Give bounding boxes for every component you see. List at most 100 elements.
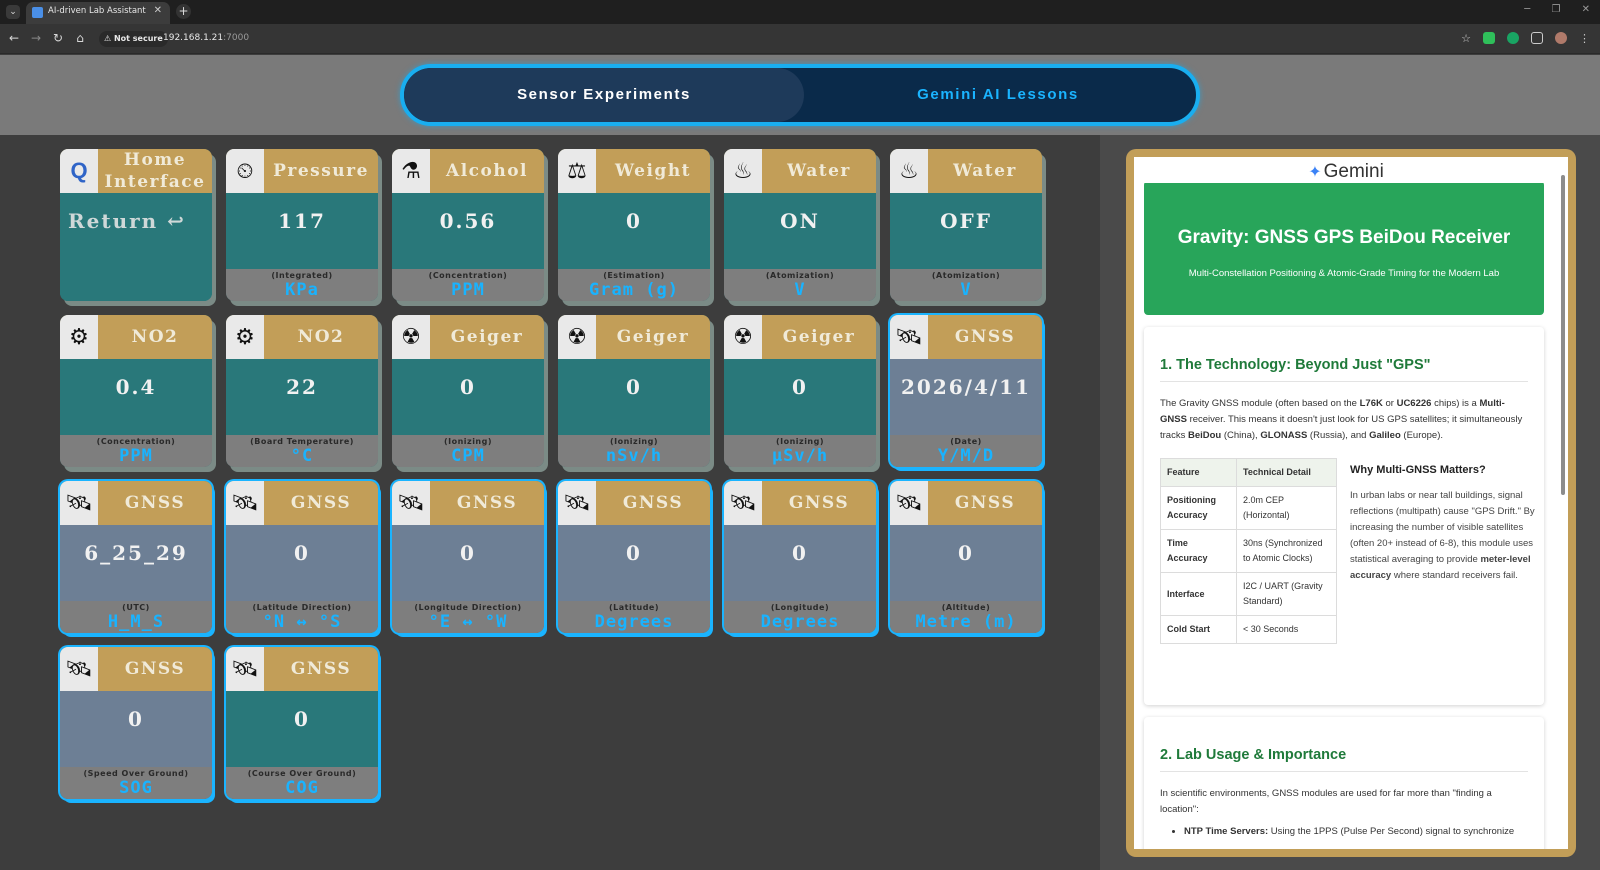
card-body: 0 [558,193,710,269]
new-tab-button[interactable]: + [176,4,191,19]
no2-gear-icon: ⚙ [226,315,264,359]
scrollbar-thumb[interactable] [1561,175,1565,495]
spec-block: Feature Technical Detail Positioning Acc… [1160,458,1535,678]
restore-icon[interactable]: ❐ [1551,4,1560,15]
card-body: 0.56 [392,193,544,269]
card-subtitle: (Board Temperature) [250,437,354,446]
card-body: 0 [392,525,544,601]
sensor-card[interactable]: ♨ Water OFF (Atomization) V [890,149,1042,301]
address-bar[interactable]: 192.168.1.21:7000 [163,33,249,43]
close-tab-icon[interactable]: ✕ [154,5,162,16]
sensor-card[interactable]: 🛰 GNSS 0 (Longitude) Degrees [724,481,876,633]
card-unit: CPM [451,446,485,466]
reload-icon[interactable]: ↻ [50,31,66,45]
card-title: GNSS [290,659,352,679]
card-footer: (Latitude) Degrees [558,601,710,633]
app-header: Sensor Experiments Gemini AI Lessons [0,55,1600,135]
more-menu-icon[interactable]: ⋮ [1579,32,1590,45]
card-subtitle: (Course Over Ground) [247,769,357,778]
card-value: 0.56 [439,209,497,233]
card-header: ♨ Water [724,149,876,193]
card-footer: (Course Over Ground) COG [226,767,378,799]
tab-gemini-ai-lessons[interactable]: Gemini AI Lessons [800,68,1196,122]
sensor-card[interactable]: 🛰 GNSS 6_25_29 (UTC) H_M_S [60,481,212,633]
water-vapor-icon: ♨ [724,149,762,193]
sensor-card[interactable]: ⚙ NO2 22 (Board Temperature) °C [226,315,378,467]
favicon-icon [32,7,43,18]
table-cell: < 30 Seconds [1236,615,1337,644]
card-header: 🛰 GNSS [226,481,378,525]
sensor-card[interactable]: 🛰 GNSS 0 (Latitude) Degrees [558,481,710,633]
card-footer: (Integrated) KPa [226,269,378,301]
sensor-card[interactable]: 🛰 GNSS 0 (Longitude Direction) °E ↔ °W [392,481,544,633]
card-unit: °C [290,446,314,466]
minimize-icon[interactable]: ─ [1524,4,1530,15]
why-title: Why Multi-GNSS Matters? [1350,464,1486,476]
card-value: 22 [286,375,318,399]
sensor-card[interactable]: ☢ Geiger 0 (Ionizing) nSv/h [558,315,710,467]
why-multi-gnss: Why Multi-GNSS Matters? In urban labs or… [1350,458,1540,584]
water-vapor-icon: ♨ [890,149,928,193]
card-value: 0 [626,375,642,399]
sensor-card[interactable]: Q Home Interface Return ↩ [60,149,212,301]
card-header: ☢ Geiger [558,315,710,359]
satellite-icon: 🛰 [890,481,928,525]
home-icon[interactable]: ⌂ [72,31,88,45]
lesson-hero: Gravity: GNSS GPS BeiDou Receiver Multi-… [1144,181,1544,315]
card-header: 🛰 GNSS [890,315,1042,359]
card-title: GNSS [290,493,352,513]
table-row: Time Accuracy 30ns (Synchronized to Atomi… [1160,529,1337,573]
lab-usage-paragraph: In scientific environments, GNSS modules… [1160,788,1492,815]
card-body: 22 [226,359,378,435]
table-header: Feature [1160,458,1237,487]
card-footer: (Longitude) Degrees [724,601,876,633]
url-host: 192.168.1.21 [163,33,224,43]
forward-icon[interactable]: → [28,31,44,45]
sensor-card[interactable]: 🛰 GNSS 0 (Latitude Direction) °N ↔ °S [226,481,378,633]
card-body: 0 [226,691,378,767]
extension-shield-icon[interactable] [1483,32,1495,44]
close-window-icon[interactable]: ✕ [1582,4,1590,15]
card-subtitle: (Date) [950,437,982,446]
lesson-content[interactable]: Gravity: GNSS GPS BeiDou Receiver Multi-… [1134,157,1568,849]
card-value: 0 [460,375,476,399]
card-footer: (Altitude) Metre (m) [890,601,1042,633]
sensor-card[interactable]: 🛰 GNSS 0 (Speed Over Ground) SOG [60,647,212,799]
extensions-puzzle-icon[interactable] [1531,32,1543,44]
card-title: Pressure [273,161,369,181]
card-footer: (Ionizing) nSv/h [558,435,710,467]
lesson-scrollbar[interactable] [1560,161,1566,845]
sensor-card[interactable]: ☢ Geiger 0 (Ionizing) μSv/h [724,315,876,467]
card-body: 117 [226,193,378,269]
sensor-card[interactable]: ⚗ Alcohol 0.56 (Concentration) PPM [392,149,544,301]
browser-tab[interactable]: AI-driven Lab Assistant ✕ [26,2,170,24]
card-unit: PPM [451,280,485,300]
profile-avatar[interactable] [1555,32,1567,44]
extension-grammar-icon[interactable] [1507,32,1519,44]
card-value: 0 [958,541,974,565]
security-chip[interactable]: ⚠ Not secure [99,31,168,47]
card-unit: Gram (g) [589,280,679,300]
sensor-card[interactable]: 🛰 GNSS 0 (Course Over Ground) COG [226,647,378,799]
sensor-card[interactable]: ☢ Geiger 0 (Ionizing) CPM [392,315,544,467]
sensor-card[interactable]: 🛰 GNSS 0 (Altitude) Metre (m) [890,481,1042,633]
sensor-card[interactable]: ♨ Water ON (Atomization) V [724,149,876,301]
tab-title: AI-driven Lab Assistant [48,6,146,16]
sensor-card[interactable]: ⏲ Pressure 117 (Integrated) KPa [226,149,378,301]
card-header: ⚖ Weight [558,149,710,193]
tab-sensor-experiments[interactable]: Sensor Experiments [404,68,804,122]
card-footer: (Concentration) PPM [392,269,544,301]
sensor-card[interactable]: ⚙ NO2 0.4 (Concentration) PPM [60,315,212,467]
url-port: :7000 [223,33,250,43]
card-header: ♨ Water [890,149,1042,193]
card-value: 117 [278,209,326,233]
back-icon[interactable]: ← [6,31,22,45]
sensor-card[interactable]: ⚖ Weight 0 (Estimation) Gram (g) [558,149,710,301]
table-row: Interface I2C / UART (Gravity Standard) [1160,572,1337,616]
card-unit: Degrees [594,612,674,632]
sensor-card[interactable]: 🛰 GNSS 2026/4/11 (Date) Y/M/D [890,315,1042,467]
card-value: 6_25_29 [84,541,188,565]
bookmark-star-icon[interactable]: ☆ [1461,32,1471,45]
tab-search-icon[interactable]: ⌄ [6,5,20,19]
geiger-counter-icon: ☢ [558,315,596,359]
